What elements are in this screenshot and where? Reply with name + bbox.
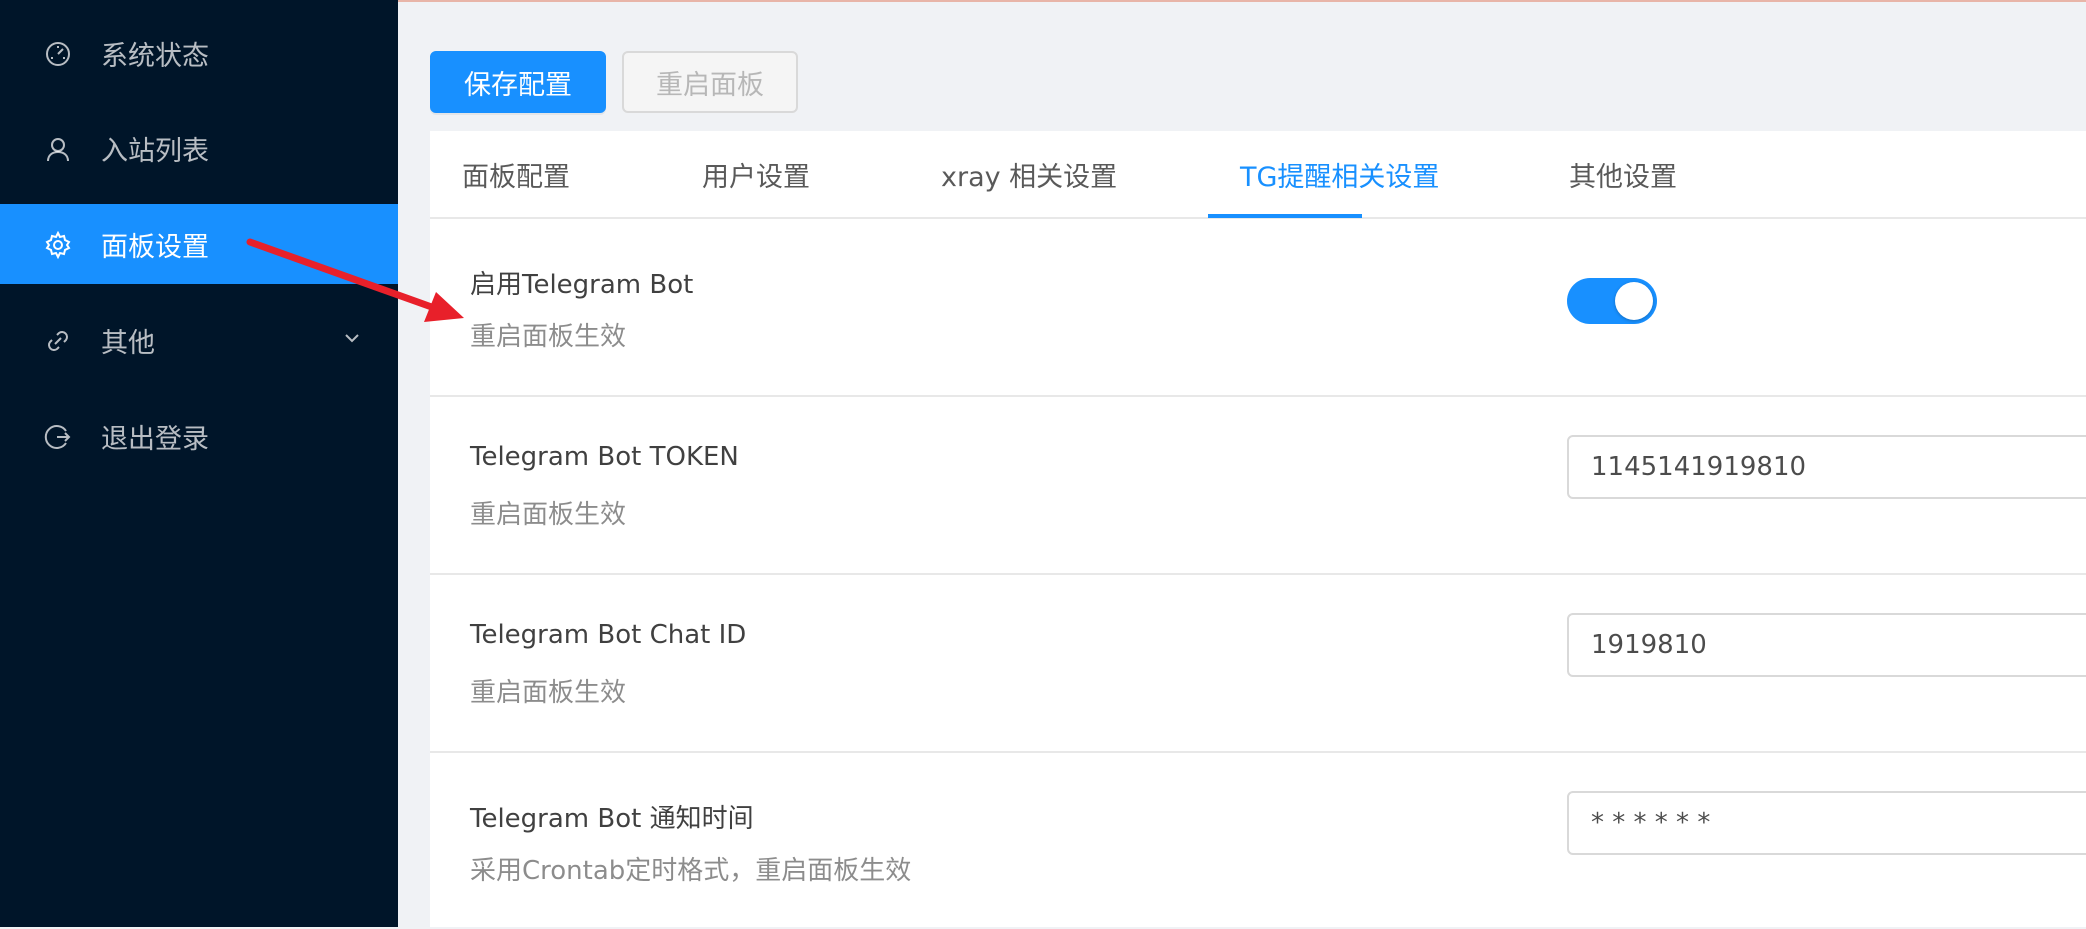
setting-title: Telegram Bot TOKEN <box>470 442 739 472</box>
dashboard-icon <box>46 42 70 66</box>
settings-card: 面板配置 用户设置 xray 相关设置 TG提醒相关设置 其他设置 启用Tele… <box>430 131 2086 927</box>
setting-row-chat-id: Telegram Bot Chat ID 重启面板生效 <box>430 573 2086 753</box>
sidebar-item-label: 入站列表 <box>101 135 209 167</box>
switch-knob <box>1615 282 1653 320</box>
enable-telegram-bot-switch[interactable] <box>1567 278 1657 324</box>
setting-title: Telegram Bot 通知时间 <box>470 804 754 834</box>
logout-icon <box>44 425 71 449</box>
gear-icon <box>45 231 71 259</box>
sidebar: 系统状态 入站列表 面板设置 其他 退出登录 <box>0 0 398 927</box>
link-icon <box>48 331 68 351</box>
setting-description: 重启面板生效 <box>470 322 627 352</box>
chat-id-input[interactable] <box>1567 613 2086 677</box>
notify-time-input[interactable] <box>1567 791 2086 855</box>
bot-token-input[interactable] <box>1567 435 2086 499</box>
settings-tabs: 面板配置 用户设置 xray 相关设置 TG提醒相关设置 其他设置 <box>430 131 2086 219</box>
tab-panel-config[interactable]: 面板配置 <box>462 131 570 217</box>
sidebar-item-label: 面板设置 <box>101 231 209 263</box>
sidebar-item-inbound-list[interactable]: 入站列表 <box>0 108 398 188</box>
user-icon <box>47 138 69 162</box>
setting-row-enable-bot: 启用Telegram Bot 重启面板生效 <box>430 217 2086 397</box>
sidebar-item-logout[interactable]: 退出登录 <box>0 396 398 476</box>
tab-user-settings[interactable]: 用户设置 <box>702 131 810 217</box>
tab-tg-notification-settings[interactable]: TG提醒相关设置 <box>1240 131 1439 217</box>
sidebar-item-label: 退出登录 <box>101 423 209 455</box>
tab-xray-settings[interactable]: xray 相关设置 <box>941 131 1117 217</box>
restart-panel-button[interactable]: 重启面板 <box>622 51 798 113</box>
setting-description: 重启面板生效 <box>470 678 627 708</box>
sidebar-item-label: 系统状态 <box>101 40 209 72</box>
sidebar-item-label: 其他 <box>101 327 155 359</box>
setting-row-notify-time: Telegram Bot 通知时间 采用Crontab定时格式，重启面板生效 <box>430 751 2086 929</box>
annotation-arrow-icon <box>246 238 464 322</box>
save-config-button[interactable]: 保存配置 <box>430 51 606 113</box>
setting-row-bot-token: Telegram Bot TOKEN 重启面板生效 <box>430 395 2086 575</box>
setting-description: 重启面板生效 <box>470 500 627 530</box>
setting-title: 启用Telegram Bot <box>470 270 694 300</box>
setting-description: 采用Crontab定时格式，重启面板生效 <box>470 856 912 886</box>
chevron-down-icon <box>345 334 359 343</box>
setting-title: Telegram Bot Chat ID <box>470 620 747 650</box>
tab-other-settings[interactable]: 其他设置 <box>1569 131 1677 217</box>
sidebar-item-system-status[interactable]: 系统状态 <box>0 13 398 93</box>
